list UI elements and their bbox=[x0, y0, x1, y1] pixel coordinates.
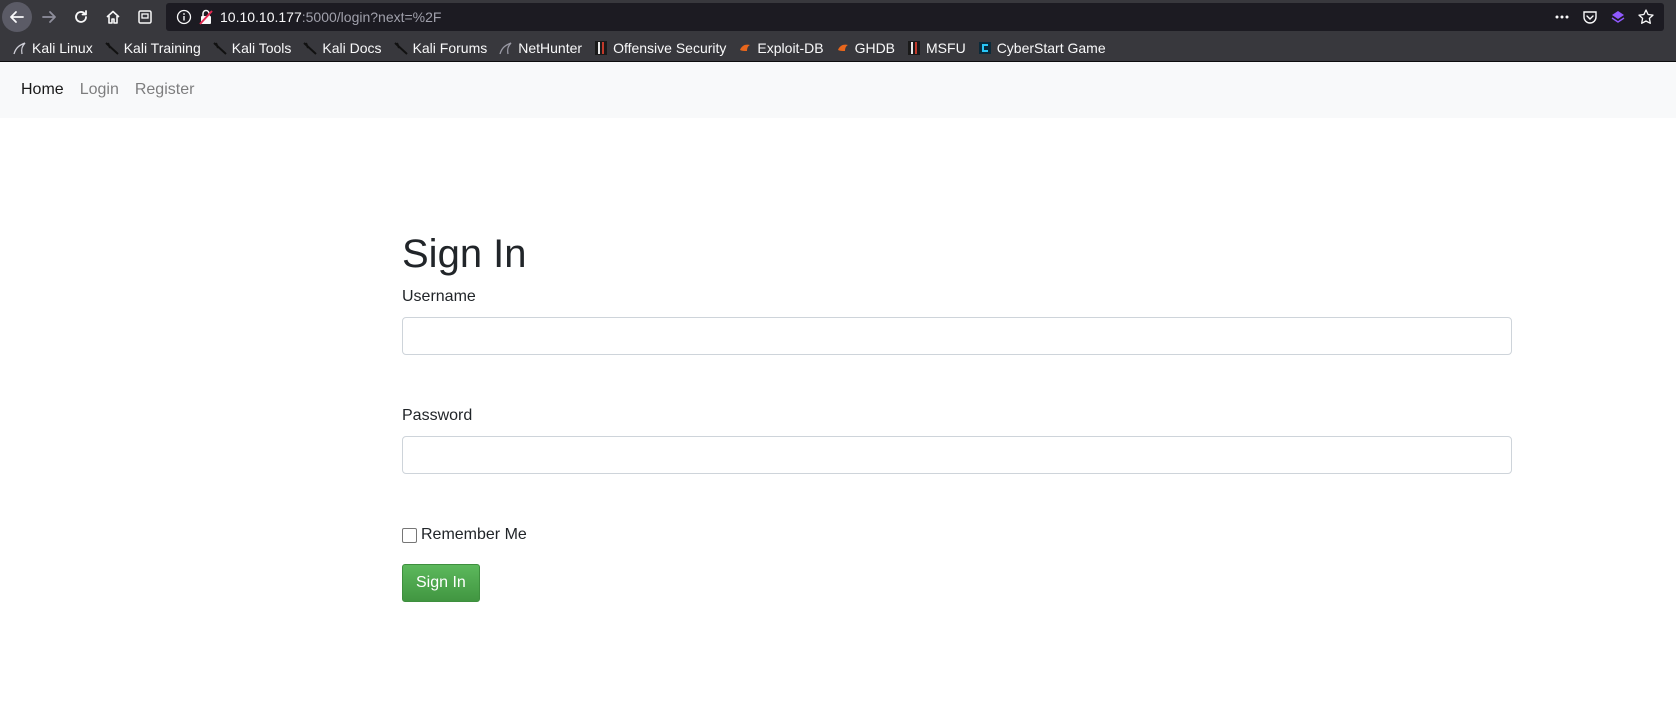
bookmark-label: Kali Forums bbox=[412, 39, 488, 56]
offsec-icon bbox=[593, 40, 609, 56]
site-navbar: Home Login Register bbox=[0, 62, 1676, 118]
bookmark-label: Kali Tools bbox=[231, 39, 292, 56]
username-group: Username bbox=[402, 288, 1512, 355]
bookmarks-toolbar: Kali Linux Kali Training Kali Tools Kali… bbox=[0, 34, 1676, 62]
browser-toolbar: 10.10.10.177:5000/login?next=%2F bbox=[0, 0, 1676, 34]
url-path: :5000/login?next=%2F bbox=[301, 9, 442, 25]
bookmark-label: Kali Training bbox=[123, 39, 201, 56]
back-button[interactable] bbox=[2, 2, 32, 32]
screenshot-button[interactable] bbox=[130, 2, 160, 32]
insecure-lock-icon[interactable] bbox=[198, 8, 214, 26]
exploit-db-icon bbox=[737, 40, 753, 56]
bookmark-label: NetHunter bbox=[518, 39, 583, 56]
kali-dragon-icon bbox=[302, 40, 318, 56]
reload-icon bbox=[75, 10, 87, 23]
bookmark-label: GHDB bbox=[854, 39, 896, 56]
cyberstart-icon bbox=[977, 40, 993, 56]
bookmark-cyberstart-game[interactable]: CyberStart Game bbox=[973, 36, 1110, 60]
bookmark-msfu[interactable]: MSFU bbox=[902, 36, 970, 60]
bookmark-kali-training[interactable]: Kali Training bbox=[100, 36, 205, 60]
remember-me-label[interactable]: Remember Me bbox=[421, 526, 527, 544]
nav-login-link[interactable]: Login bbox=[80, 81, 119, 99]
url-actions bbox=[1552, 7, 1656, 27]
ghdb-icon bbox=[835, 40, 851, 56]
bookmark-kali-linux[interactable]: Kali Linux bbox=[8, 36, 97, 60]
nethunter-icon bbox=[498, 40, 514, 56]
username-input[interactable] bbox=[402, 317, 1512, 355]
sign-in-form: Sign In Username Password Remember Me Si… bbox=[402, 230, 1512, 602]
bookmark-label: CyberStart Game bbox=[996, 39, 1106, 56]
kali-dragon-icon bbox=[12, 40, 28, 56]
password-input[interactable] bbox=[402, 436, 1512, 474]
bookmark-offensive-security[interactable]: Offensive Security bbox=[589, 36, 730, 60]
msfu-icon bbox=[906, 40, 922, 56]
home-button[interactable] bbox=[98, 2, 128, 32]
url-text[interactable]: 10.10.10.177:5000/login?next=%2F bbox=[220, 9, 441, 25]
page-title: Sign In bbox=[402, 232, 527, 276]
nav-register-link[interactable]: Register bbox=[135, 81, 195, 99]
bookmark-nethunter[interactable]: NetHunter bbox=[494, 36, 586, 60]
arrow-right-icon bbox=[42, 11, 56, 23]
bookmark-ghdb[interactable]: GHDB bbox=[831, 36, 899, 60]
reload-button[interactable] bbox=[66, 2, 96, 32]
bookmark-kali-docs[interactable]: Kali Docs bbox=[298, 36, 385, 60]
bookmark-exploit-db[interactable]: Exploit-DB bbox=[733, 36, 827, 60]
forward-button[interactable] bbox=[34, 2, 64, 32]
bookmark-label: Kali Linux bbox=[32, 39, 93, 56]
arrow-left-icon bbox=[10, 11, 24, 23]
username-label: Username bbox=[402, 288, 476, 305]
password-group: Password bbox=[402, 407, 1512, 474]
url-host: 10.10.10.177 bbox=[220, 9, 302, 25]
info-icon[interactable] bbox=[176, 9, 192, 25]
bookmark-star-icon[interactable] bbox=[1636, 7, 1656, 27]
pocket-icon[interactable] bbox=[1580, 7, 1600, 27]
bookmark-label: MSFU bbox=[926, 39, 966, 56]
more-actions-icon[interactable] bbox=[1552, 7, 1572, 27]
bookmark-kali-forums[interactable]: Kali Forums bbox=[389, 36, 492, 60]
kali-dragon-icon bbox=[393, 40, 409, 56]
remember-me-row: Remember Me bbox=[402, 526, 1512, 544]
url-bar[interactable]: 10.10.10.177:5000/login?next=%2F bbox=[166, 3, 1664, 31]
bookmark-label: Kali Docs bbox=[322, 39, 382, 56]
extension-icon[interactable] bbox=[1608, 7, 1628, 27]
home-icon bbox=[106, 10, 120, 24]
kali-dragon-icon bbox=[104, 40, 120, 56]
password-label: Password bbox=[402, 407, 473, 424]
screenshot-icon bbox=[138, 10, 152, 24]
bookmark-label: Exploit-DB bbox=[757, 39, 824, 56]
remember-me-checkbox[interactable] bbox=[402, 527, 417, 543]
nav-home-link[interactable]: Home bbox=[21, 81, 64, 99]
bookmark-label: Offensive Security bbox=[613, 39, 727, 56]
sign-in-button[interactable]: Sign In bbox=[402, 564, 480, 602]
kali-dragon-icon bbox=[212, 40, 228, 56]
bookmark-kali-tools[interactable]: Kali Tools bbox=[208, 36, 296, 60]
